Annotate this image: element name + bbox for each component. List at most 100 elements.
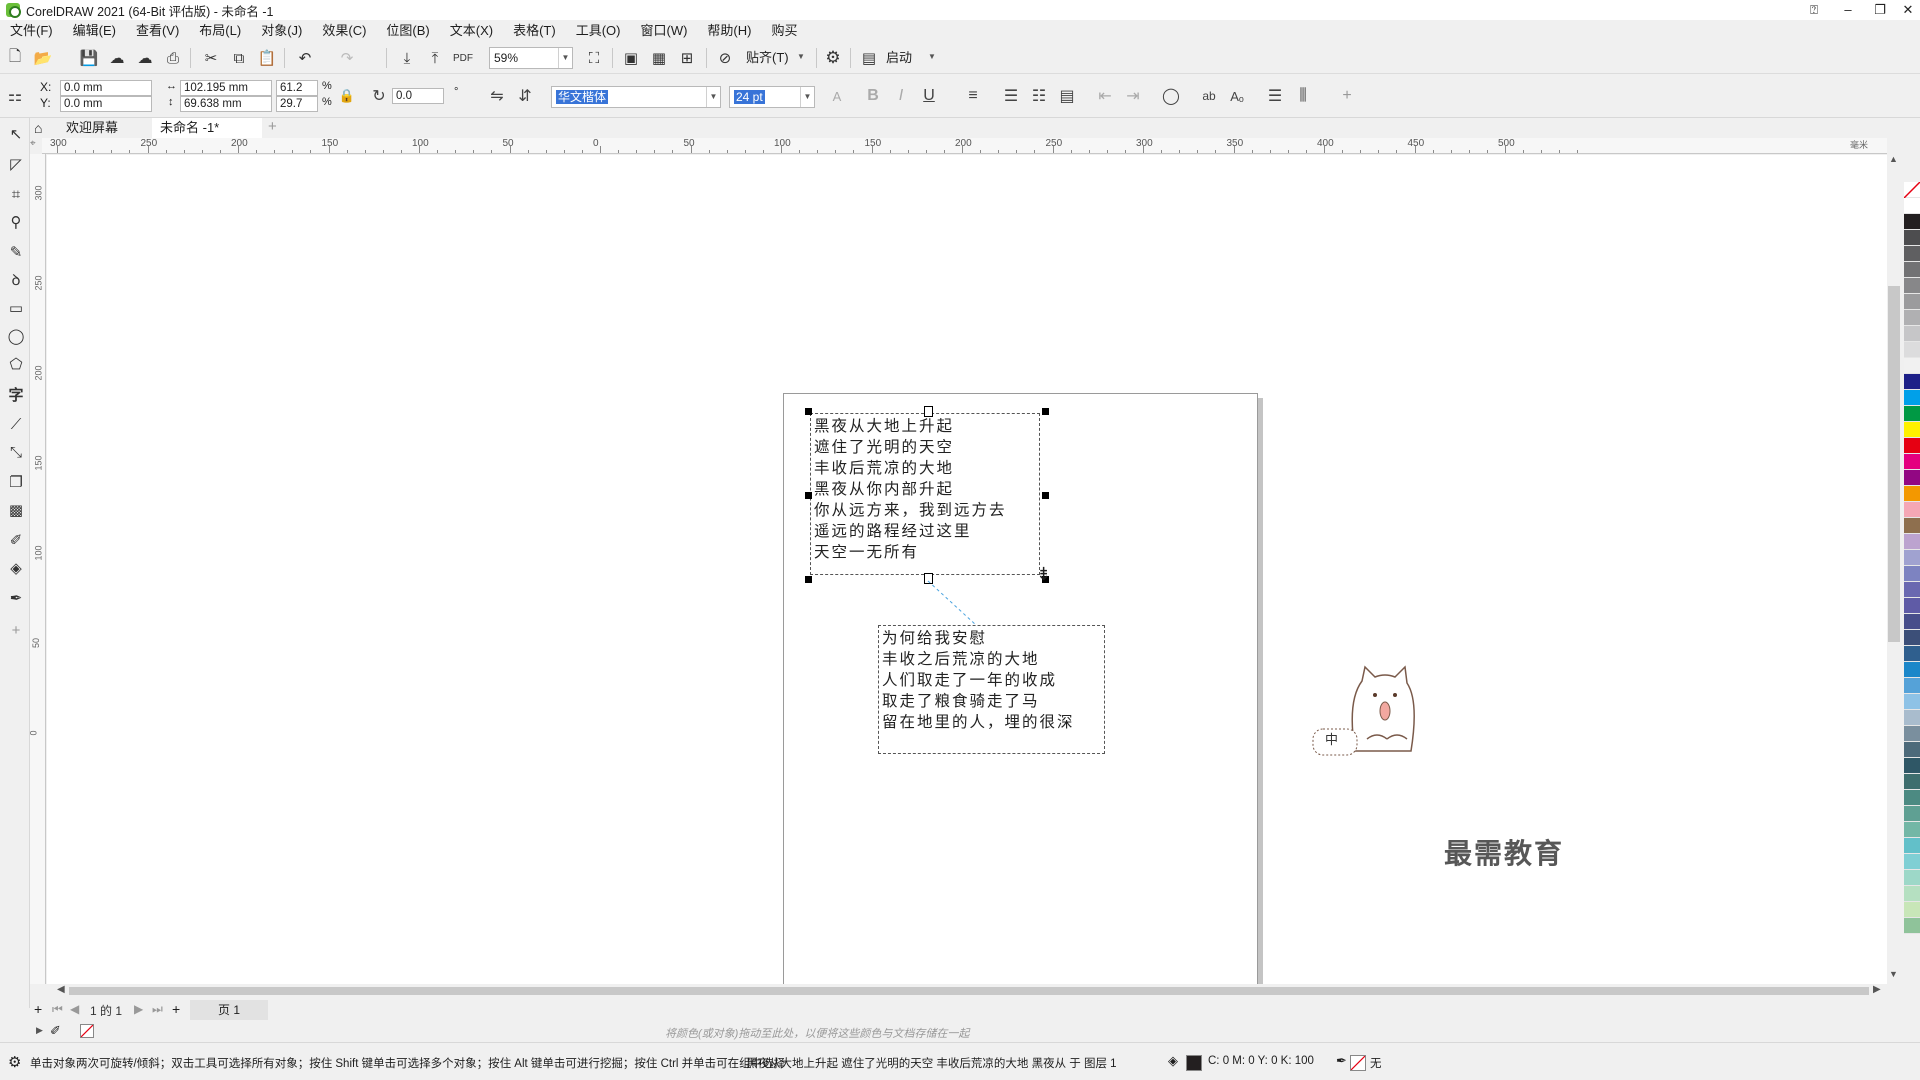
color-swatch[interactable] xyxy=(1904,870,1920,886)
drawing-canvas[interactable]: 黑夜从大地上升起 遮住了光明的天空 丰收后荒凉的大地 黑夜从你内部升起 你从远方来，我到… xyxy=(47,155,1887,1048)
zoom-level-combo[interactable]: 59% ▼ xyxy=(489,47,573,69)
color-swatch[interactable] xyxy=(1904,518,1920,534)
connector-tool-icon[interactable]: ⤡ xyxy=(4,440,28,464)
color-swatch[interactable] xyxy=(1904,838,1920,854)
home-icon[interactable]: ⌂ xyxy=(34,120,42,136)
color-swatch[interactable] xyxy=(1904,918,1920,934)
color-swatch[interactable] xyxy=(1904,374,1920,390)
cut-icon[interactable]: ✂ xyxy=(200,47,222,69)
drop-cap-icon[interactable]: ▤ xyxy=(1056,85,1078,107)
crop-tool-icon[interactable]: ⌗ xyxy=(4,182,28,206)
lock-ratio-icon[interactable]: 🔒 xyxy=(336,85,358,107)
paragraph-text-frame-1[interactable]: 黑夜从大地上升起 遮住了光明的天空 丰收后荒凉的大地 黑夜从你内部升起 你从远方来，我到… xyxy=(810,413,1040,575)
color-swatch[interactable] xyxy=(1904,278,1920,294)
save-icon[interactable]: 💾 xyxy=(78,47,100,69)
color-swatch[interactable] xyxy=(1904,294,1920,310)
close-button[interactable]: ✕ xyxy=(1890,0,1920,20)
help-icon[interactable]: ⍰ xyxy=(1796,0,1832,20)
italic-button[interactable]: I xyxy=(890,85,912,107)
color-swatch[interactable] xyxy=(1904,486,1920,502)
color-swatch[interactable] xyxy=(1904,854,1920,870)
scale-width-field[interactable]: 61.2 xyxy=(276,80,318,96)
rectangle-tool-icon[interactable]: ▭ xyxy=(4,296,28,320)
opentype-icon[interactable]: ◯ xyxy=(1160,85,1182,107)
color-swatch[interactable] xyxy=(1904,822,1920,838)
open-icon[interactable]: 📂 xyxy=(32,47,54,69)
horizontal-text-icon[interactable]: ☰ xyxy=(1264,85,1286,107)
snap-off-icon[interactable]: ⊘ xyxy=(714,47,736,69)
color-swatch[interactable] xyxy=(1904,806,1920,822)
print-icon[interactable]: ⎙ xyxy=(162,47,184,69)
paragraph-text-frame-2[interactable]: 为何给我安慰 丰收之后荒凉的大地 人们取走了一年的收成 取走了粮食骑走了马 留在地里的人… xyxy=(878,625,1105,754)
tab-untitled-1[interactable]: 未命名 -1* xyxy=(152,118,262,138)
width-field[interactable]: 102.195 mm xyxy=(180,80,272,96)
ruler-origin-icon[interactable]: ⌖ xyxy=(30,138,42,154)
menu-buy[interactable]: 购买 xyxy=(761,20,807,42)
smart-fill-icon[interactable]: ✒ xyxy=(4,586,28,610)
show-grid-icon[interactable]: ▦ xyxy=(648,47,670,69)
color-swatch[interactable] xyxy=(1904,566,1920,582)
paste-icon[interactable]: 📋 xyxy=(256,47,278,69)
color-swatch[interactable] xyxy=(1904,726,1920,742)
gear-icon[interactable]: ⚙ xyxy=(822,47,844,69)
scroll-up-icon[interactable]: ▲ xyxy=(1889,154,1898,164)
decrease-indent-icon[interactable]: ⇤ xyxy=(1094,85,1116,107)
gear-icon[interactable]: ⚙ xyxy=(8,1053,21,1071)
no-color-swatch[interactable] xyxy=(1904,182,1920,198)
previous-page-icon[interactable]: ◀ xyxy=(70,1002,79,1016)
color-swatch[interactable] xyxy=(1904,198,1920,214)
minimize-button[interactable]: – xyxy=(1830,0,1866,20)
text-direction-icon[interactable]: ⇵ xyxy=(514,85,536,107)
bullet-list-icon[interactable]: ☰ xyxy=(1000,85,1022,107)
horizontal-scrollbar[interactable]: ◀ ▶ xyxy=(57,984,1890,998)
menu-table[interactable]: 表格(T) xyxy=(503,20,566,42)
ellipse-tool-icon[interactable]: ◯ xyxy=(4,324,28,348)
color-swatch[interactable] xyxy=(1904,358,1920,374)
copy-icon[interactable]: ⧉ xyxy=(228,47,250,69)
color-swatch[interactable] xyxy=(1904,614,1920,630)
horizontal-ruler[interactable]: 300 250 200 150 100 50 0 50 100 150 200 250 300 350 40… xyxy=(42,138,1887,154)
zoom-tool-icon[interactable]: ⚲ xyxy=(4,210,28,234)
color-swatch[interactable] xyxy=(1904,310,1920,326)
color-swatch[interactable] xyxy=(1904,678,1920,694)
menu-help[interactable]: 帮助(H) xyxy=(697,20,761,42)
menu-object[interactable]: 对象(J) xyxy=(251,20,312,42)
scroll-down-icon[interactable]: ▼ xyxy=(1889,969,1898,979)
freehand-tool-icon[interactable]: ✎ xyxy=(4,240,28,264)
eyedropper-icon[interactable]: ✐ xyxy=(50,1023,61,1039)
font-size-combo[interactable]: 24 pt ▼ xyxy=(729,86,815,108)
drop-shadow-icon[interactable]: ❐ xyxy=(4,470,28,494)
color-swatch[interactable] xyxy=(1904,438,1920,454)
chevron-down-icon[interactable]: ▼ xyxy=(928,52,936,61)
redo-icon[interactable]: ↷ xyxy=(336,47,358,69)
color-swatch[interactable] xyxy=(1904,902,1920,918)
last-page-icon[interactable]: ⏭ xyxy=(152,1002,163,1017)
underline-button[interactable]: U xyxy=(918,85,940,107)
character-format-icon[interactable]: Aₒ xyxy=(1226,85,1248,107)
color-swatch[interactable] xyxy=(1904,406,1920,422)
increase-indent-icon[interactable]: ⇥ xyxy=(1122,85,1144,107)
next-page-icon[interactable]: ▶ xyxy=(134,1002,143,1016)
tab-page-1[interactable]: 页 1 xyxy=(190,1000,268,1020)
menu-text[interactable]: 文本(X) xyxy=(440,20,503,42)
vertical-scroll-thumb[interactable] xyxy=(1888,286,1900,642)
scroll-right-icon[interactable]: ▶ xyxy=(1873,984,1881,995)
add-page-after-icon[interactable]: + xyxy=(172,1001,180,1017)
object-origin-icon[interactable]: ⚏ xyxy=(4,85,26,107)
color-swatch[interactable] xyxy=(1904,502,1920,518)
color-swatch[interactable] xyxy=(1904,582,1920,598)
color-swatch[interactable] xyxy=(1904,710,1920,726)
eyedropper-icon[interactable]: ✐ xyxy=(4,528,28,552)
rotation-angle-field[interactable]: 0.0 xyxy=(392,88,444,104)
launch-icon[interactable]: ▤ xyxy=(858,47,880,69)
color-swatch[interactable] xyxy=(1904,214,1920,230)
color-swatch[interactable] xyxy=(1904,470,1920,486)
cloud-download-icon[interactable]: ☁ xyxy=(134,47,156,69)
font-size-grow-icon[interactable]: A xyxy=(826,85,848,107)
text-tool-icon[interactable]: 字 xyxy=(4,382,28,406)
color-swatch[interactable] xyxy=(1904,390,1920,406)
selection-handle[interactable] xyxy=(1042,492,1049,499)
color-swatch[interactable] xyxy=(1904,646,1920,662)
scroll-left-icon[interactable]: ◀ xyxy=(57,984,65,995)
show-guidelines-icon[interactable]: ⊞ xyxy=(676,47,698,69)
